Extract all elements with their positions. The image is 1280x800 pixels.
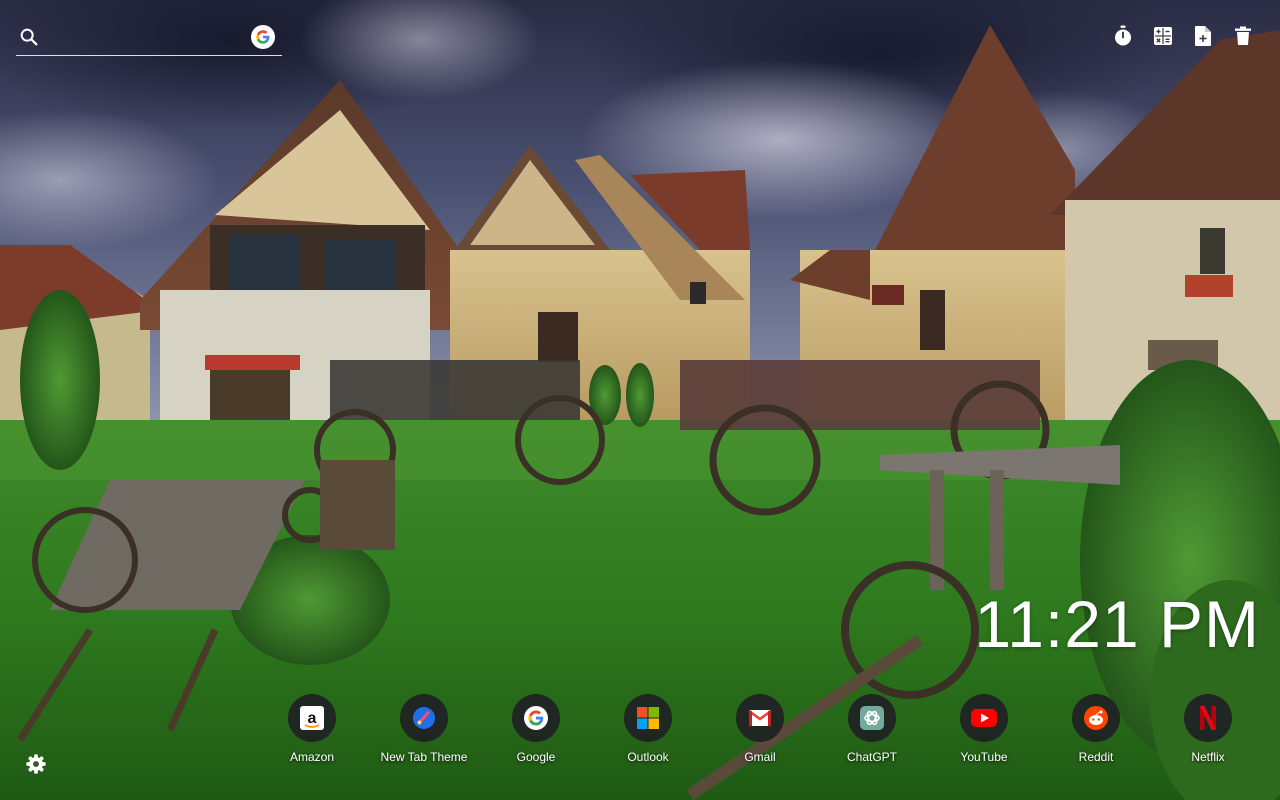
trash-icon[interactable] [1232, 24, 1254, 48]
netflix-icon [1184, 694, 1232, 742]
new-tab-theme-icon [400, 694, 448, 742]
stopwatch-icon[interactable] [1112, 24, 1134, 48]
shortcut-label: Netflix [1191, 750, 1225, 764]
shortcut-chatgpt[interactable]: ChatGPT [816, 694, 928, 764]
gear-icon[interactable] [25, 753, 47, 775]
shortcut-label: ChatGPT [846, 750, 897, 764]
google-icon [512, 694, 560, 742]
calculator-icon[interactable] [1152, 24, 1174, 48]
reddit-icon [1072, 694, 1120, 742]
youtube-icon [960, 694, 1008, 742]
gmail-icon [736, 694, 784, 742]
new-tab-page: 11:21 PM a Amazon New Tab Theme Google O… [0, 0, 1280, 800]
shortcut-gmail[interactable]: Gmail [704, 694, 816, 764]
shortcut-netflix[interactable]: Netflix [1152, 694, 1264, 764]
shortcut-amazon[interactable]: a Amazon [256, 694, 368, 764]
shortcut-outlook[interactable]: Outlook [592, 694, 704, 764]
search-icon[interactable] [18, 26, 40, 48]
shortcut-label: YouTube [960, 750, 1008, 764]
shortcut-label: New Tab Theme [380, 750, 468, 764]
shortcut-label: Reddit [1078, 750, 1114, 764]
chatgpt-icon [848, 694, 896, 742]
microsoft-icon [624, 694, 672, 742]
amazon-icon: a [288, 694, 336, 742]
shortcut-label: Gmail [744, 750, 776, 764]
clock: 11:21 PM [974, 587, 1260, 661]
search-bar [16, 22, 282, 56]
shortcut-youtube[interactable]: YouTube [928, 694, 1040, 764]
shortcut-reddit[interactable]: Reddit [1040, 694, 1152, 764]
shortcut-google[interactable]: Google [480, 694, 592, 764]
file-add-icon[interactable] [1192, 24, 1214, 48]
top-toolbar [1112, 24, 1254, 48]
shortcut-new-tab-theme[interactable]: New Tab Theme [368, 694, 480, 764]
search-input[interactable] [48, 26, 248, 52]
shortcut-label: Amazon [289, 750, 335, 764]
shortcut-label: Google [516, 750, 556, 764]
svg-text:a: a [308, 710, 317, 727]
shortcuts-bar: a Amazon New Tab Theme Google Outlook Gm… [256, 694, 1264, 764]
background-wallpaper [0, 0, 1280, 800]
google-icon[interactable] [251, 25, 275, 49]
shortcut-label: Outlook [627, 750, 669, 764]
